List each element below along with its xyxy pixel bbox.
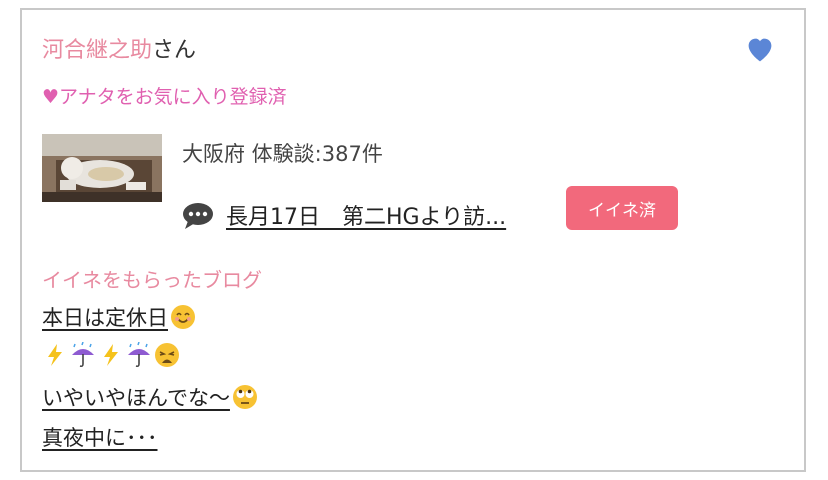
blog-link[interactable]: いやいやほんでな〜 [42,382,258,412]
eye-roll-face-icon [232,385,257,409]
user-name-link[interactable]: 河合継之助 [42,38,152,63]
comment-bubble-icon [183,203,213,229]
blog-link[interactable] [42,342,180,368]
blog-link[interactable]: 本日は定休日 [42,302,196,332]
blog-link-text: 本日は定休日 [42,306,168,330]
region-and-review-count: 大阪府 体験談:387件 [182,142,383,166]
blog-link-text: いやいやほんでな〜 [42,386,230,410]
list-item [42,342,258,382]
list-item: いやいやほんでな〜 [42,382,258,422]
umbrella-rain-icon [128,342,150,368]
liked-blogs-heading: イイネをもらったブログ [42,268,262,292]
blog-link-text: 真夜中に･･･ [42,426,158,450]
blog-link[interactable]: 真夜中に･･･ [42,422,158,452]
user-card: 河合継之助さん ♥アナタをお気に入り登録済 大阪府 体験談:387件 長月17日… [20,8,806,472]
smiling-face-icon [171,305,195,329]
lightning-icon [48,344,62,366]
liked-button[interactable]: イイネ済 [566,186,678,230]
lightning-icon [104,344,118,366]
profile-thumbnail[interactable] [42,134,162,202]
weary-face-icon [155,343,179,367]
favorite-status: ♥アナタをお気に入り登録済 [42,86,287,108]
diary-title-link[interactable]: 長月17日 第二HGより訪... [226,199,506,231]
heart-icon[interactable] [746,36,774,64]
list-item: 真夜中に･･･ [42,422,258,462]
liked-blog-list: 本日は定休日 いやいやほんでな〜 真夜中に･･･ [42,302,258,462]
umbrella-rain-icon [72,342,94,368]
list-item: 本日は定休日 [42,302,258,342]
user-name-row: 河合継之助さん [42,32,196,64]
name-suffix: さん [152,38,197,63]
